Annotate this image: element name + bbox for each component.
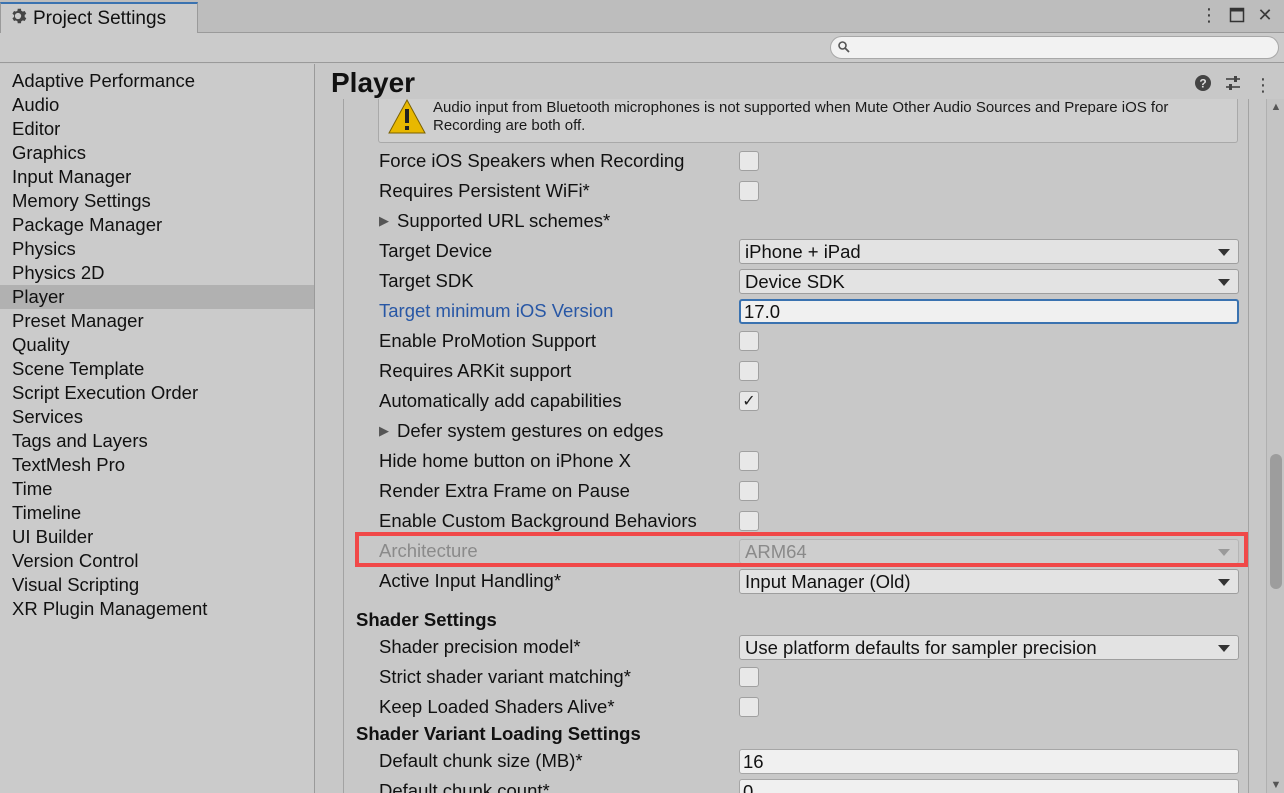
sidebar-item-physics-2d[interactable]: Physics 2D (0, 261, 314, 285)
sidebar-item-audio[interactable]: Audio (0, 93, 314, 117)
maximize-icon[interactable] (1228, 4, 1246, 26)
strict-shader-checkbox[interactable] (739, 667, 759, 687)
chevron-right-icon: ▶ (379, 423, 389, 438)
auto-capabilities-checkbox[interactable]: ✓ (739, 391, 759, 411)
row-auto-capabilities: Automatically add capabilities ✓ (316, 386, 1266, 416)
sidebar-item-quality[interactable]: Quality (0, 333, 314, 357)
search-input[interactable] (855, 38, 1265, 57)
row-defer-gestures: ▶ Defer system gestures on edges (316, 416, 1266, 446)
architecture-dropdown: ARM64 (739, 539, 1239, 564)
sidebar-item-editor[interactable]: Editor (0, 117, 314, 141)
chevron-down-icon (1218, 645, 1230, 652)
min-ios-version-field[interactable]: 17.0 (739, 299, 1239, 324)
row-architecture: Architecture ARM64 (316, 536, 1266, 566)
warning-box: Audio input from Bluetooth microphones i… (378, 99, 1238, 143)
warning-text: Audio input from Bluetooth microphones i… (433, 99, 1169, 134)
sidebar-item-visual-scripting[interactable]: Visual Scripting (0, 573, 314, 597)
sidebar-item-script-execution-order[interactable]: Script Execution Order (0, 381, 314, 405)
sidebar-item-preset-manager[interactable]: Preset Manager (0, 309, 314, 333)
chunk-count-field[interactable]: 0 (739, 779, 1239, 793)
scroll-thumb[interactable] (1270, 454, 1282, 589)
gear-icon (9, 7, 27, 31)
sidebar-item-physics[interactable]: Physics (0, 237, 314, 261)
chevron-down-icon (1218, 279, 1230, 286)
tab-label: Project Settings (33, 7, 167, 29)
warning-icon (388, 99, 426, 134)
row-input-handling: Active Input Handling* Input Manager (Ol… (316, 566, 1266, 596)
extra-frame-checkbox[interactable] (739, 481, 759, 501)
row-chunk-size: Default chunk size (MB)* 16 (316, 746, 1266, 776)
vertical-scrollbar[interactable]: ▲ ▼ (1266, 99, 1284, 793)
row-target-sdk: Target SDK Device SDK (316, 266, 1266, 296)
persistent-wifi-checkbox[interactable] (739, 181, 759, 201)
arkit-checkbox[interactable] (739, 361, 759, 381)
main-panel: Player ? ⋮ Audio input from Bluetooth mi… (316, 64, 1284, 793)
svg-text:?: ? (1199, 77, 1206, 91)
sidebar-item-textmesh-pro[interactable]: TextMesh Pro (0, 453, 314, 477)
sidebar-item-graphics[interactable]: Graphics (0, 141, 314, 165)
sidebar-item-time[interactable]: Time (0, 477, 314, 501)
sidebar-item-xr-plugin-management[interactable]: XR Plugin Management (0, 597, 314, 621)
target-device-dropdown[interactable]: iPhone + iPad (739, 239, 1239, 264)
sidebar-item-input-manager[interactable]: Input Manager (0, 165, 314, 189)
more-options-icon[interactable]: ⋮ (1200, 4, 1218, 26)
row-keep-shaders: Keep Loaded Shaders Alive* (316, 692, 1266, 722)
hide-home-checkbox[interactable] (739, 451, 759, 471)
row-target-device: Target Device iPhone + iPad (316, 236, 1266, 266)
shader-variant-title: Shader Variant Loading Settings (356, 723, 641, 744)
chevron-down-icon (1218, 249, 1230, 256)
sidebar-item-services[interactable]: Services (0, 405, 314, 429)
chunk-size-field[interactable]: 16 (739, 749, 1239, 774)
tab-project-settings[interactable]: Project Settings (0, 2, 198, 33)
defer-gestures-foldout[interactable]: ▶ Defer system gestures on edges (379, 420, 663, 442)
sidebar-item-adaptive-performance[interactable]: Adaptive Performance (0, 69, 314, 93)
more-options-icon[interactable]: ⋮ (1254, 75, 1272, 96)
row-strict-shader: Strict shader variant matching* (316, 662, 1266, 692)
sidebar-item-tags-and-layers[interactable]: Tags and Layers (0, 429, 314, 453)
row-min-ios: Target minimum iOS Version 17.0 (316, 296, 1266, 326)
row-persistent-wifi: Requires Persistent WiFi* (316, 176, 1266, 206)
inspector-scroll-area[interactable]: Audio input from Bluetooth microphones i… (316, 99, 1266, 793)
page-title: Player (331, 67, 416, 98)
custom-bg-checkbox[interactable] (739, 511, 759, 531)
row-custom-bg: Enable Custom Background Behaviors (316, 506, 1266, 536)
preset-sliders-icon[interactable] (1224, 74, 1242, 97)
help-icon[interactable]: ? (1194, 74, 1212, 97)
sidebar-item-package-manager[interactable]: Package Manager (0, 213, 314, 237)
chevron-down-icon (1218, 549, 1230, 556)
search-row (0, 33, 1284, 63)
sidebar-item-timeline[interactable]: Timeline (0, 501, 314, 525)
sidebar-item-ui-builder[interactable]: UI Builder (0, 525, 314, 549)
promotion-checkbox[interactable] (739, 331, 759, 351)
keep-shaders-checkbox[interactable] (739, 697, 759, 717)
search-box[interactable] (830, 36, 1279, 59)
row-url-schemes: ▶ Supported URL schemes* (316, 206, 1266, 236)
scroll-up-icon[interactable]: ▲ (1270, 101, 1282, 113)
row-arkit: Requires ARKit support (316, 356, 1266, 386)
row-extra-frame: Render Extra Frame on Pause (316, 476, 1266, 506)
input-handling-dropdown[interactable]: Input Manager (Old) (739, 569, 1239, 594)
row-hide-home: Hide home button on iPhone X (316, 446, 1266, 476)
sidebar-item-memory-settings[interactable]: Memory Settings (0, 189, 314, 213)
row-promotion: Enable ProMotion Support (316, 326, 1266, 356)
sidebar-item-scene-template[interactable]: Scene Template (0, 357, 314, 381)
close-icon[interactable]: ✕ (1256, 4, 1274, 26)
row-force-speakers: Force iOS Speakers when Recording (316, 146, 1266, 176)
shader-precision-dropdown[interactable]: Use platform defaults for sampler precis… (739, 635, 1239, 660)
chevron-down-icon (1218, 579, 1230, 586)
sidebar-item-version-control[interactable]: Version Control (0, 549, 314, 573)
title-bar: Project Settings ⋮ ✕ (0, 0, 1284, 33)
shader-settings-title: Shader Settings (356, 609, 497, 630)
url-schemes-foldout[interactable]: ▶ Supported URL schemes* (379, 210, 610, 232)
search-icon (838, 41, 850, 53)
sidebar-item-player[interactable]: Player (0, 285, 314, 309)
settings-sidebar: Adaptive Performance Audio Editor Graphics I… (0, 64, 315, 793)
target-sdk-dropdown[interactable]: Device SDK (739, 269, 1239, 294)
row-shader-precision: Shader precision model* Use platform def… (316, 632, 1266, 662)
chevron-right-icon: ▶ (379, 213, 389, 228)
scroll-down-icon[interactable]: ▼ (1270, 779, 1282, 791)
row-chunk-count: Default chunk count* 0 (316, 776, 1266, 793)
force-speakers-checkbox[interactable] (739, 151, 759, 171)
